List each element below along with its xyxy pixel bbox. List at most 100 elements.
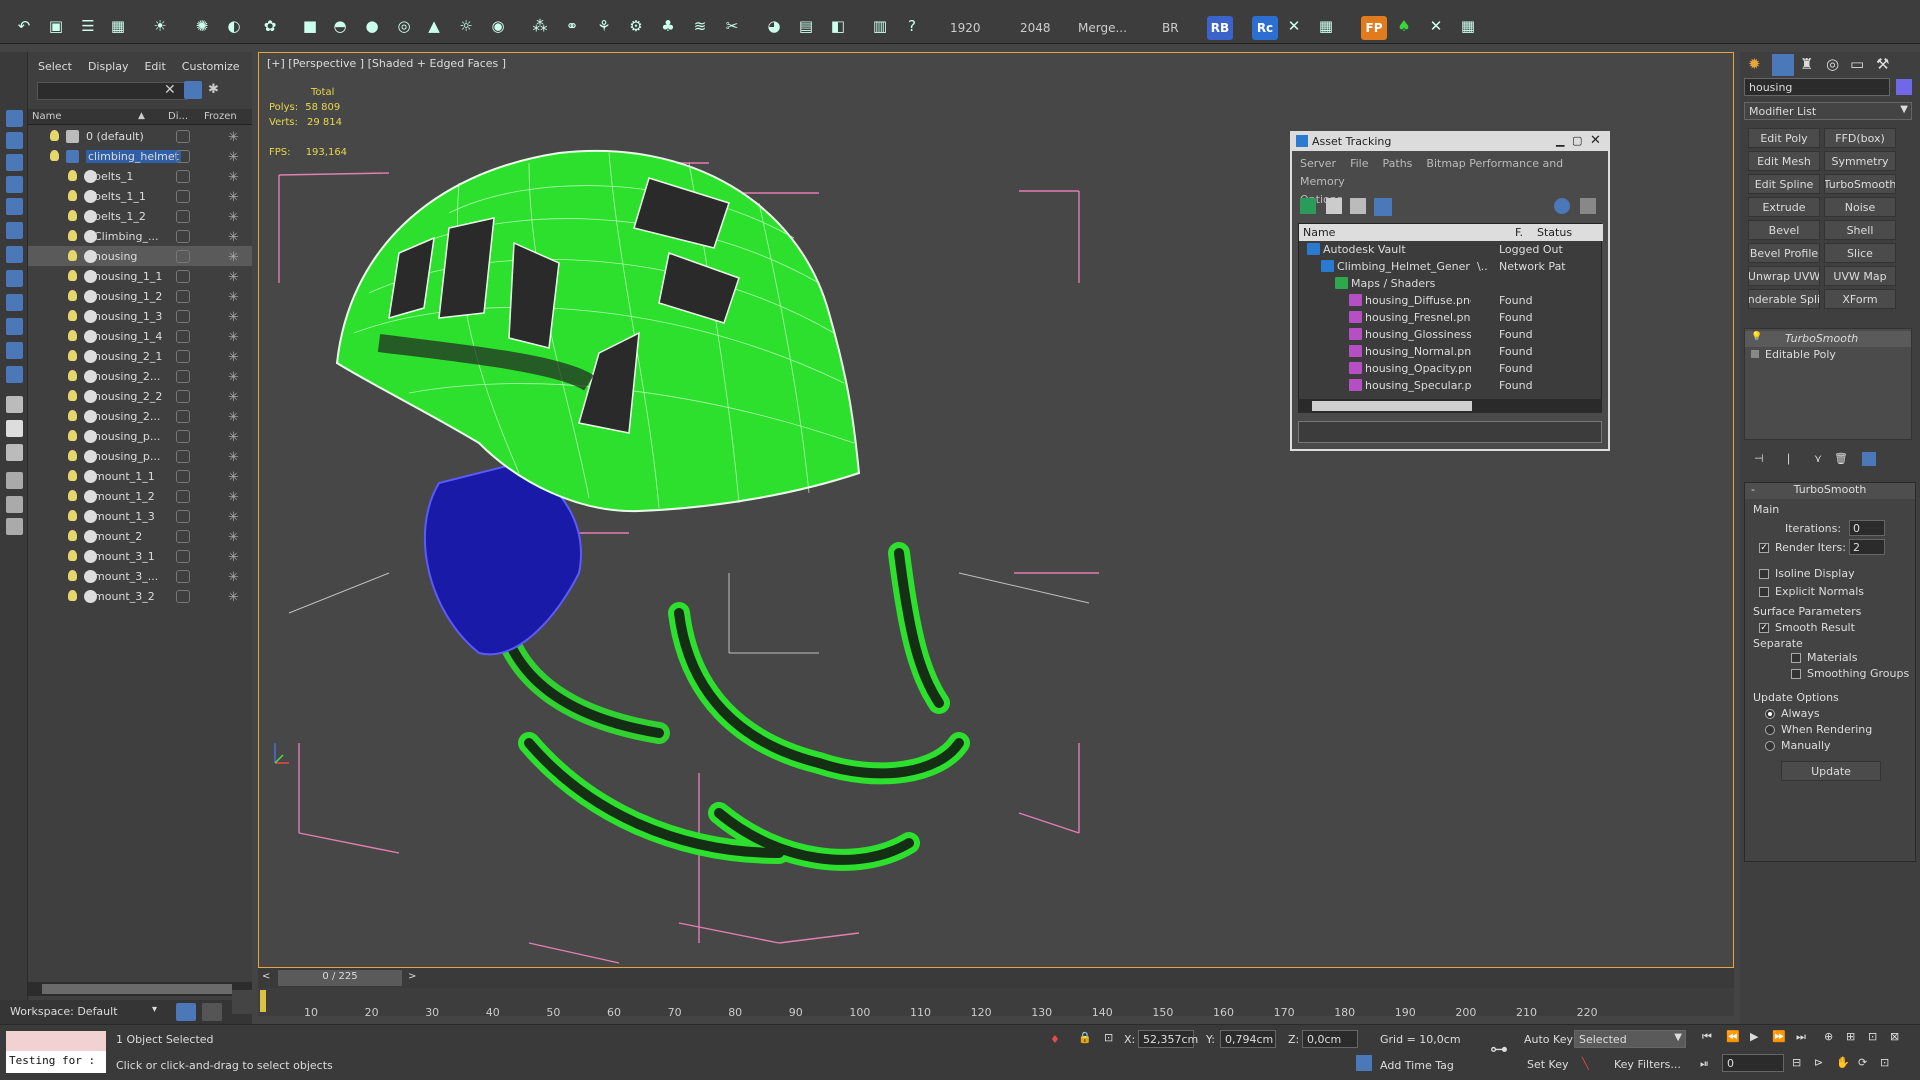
wrench-icon[interactable]: ✕ [1424,14,1448,38]
freeze-toggle-icon[interactable]: ✳ [228,430,239,445]
freeze-toggle-icon[interactable]: ✳ [228,330,239,345]
merge-button[interactable]: Merge... [1078,21,1127,35]
light-bulb-icon[interactable] [68,590,77,601]
particles-icon[interactable]: ⁂ [528,14,552,38]
display-toggle-icon[interactable] [176,170,190,183]
orbit-icon[interactable]: ⟳ [1858,1056,1867,1069]
asset-row[interactable]: housing_Glossiness.png Found [1299,326,1603,343]
freeze-toggle-icon[interactable]: ✳ [228,310,239,325]
light-bulb-icon[interactable] [68,370,77,381]
modifier-button[interactable]: enderable Splin [1748,289,1820,309]
key-icon[interactable]: ╲ [1582,1057,1589,1070]
sort-icon[interactable] [6,396,23,413]
hierarchy-explorer-icon[interactable] [202,1003,222,1021]
render-height-label[interactable]: 2048 [1020,21,1051,35]
filter-toggle-icon[interactable] [184,81,202,99]
light-bulb-icon[interactable] [50,150,59,161]
snap-icon[interactable]: ✺ [190,14,214,38]
smoothing-groups-checkbox[interactable] [1791,669,1801,679]
light-bulb-icon[interactable] [50,130,59,141]
render-frame-icon[interactable]: ▤ [794,14,818,38]
scene-item[interactable]: housing_p... ✳ [28,426,252,446]
table-icon[interactable]: ▦ [106,14,130,38]
go-to-start-icon[interactable]: ⏮ [1702,1030,1712,1044]
teapot-icon[interactable]: ✿ [258,14,282,38]
isolate-icon[interactable]: ♦ [1050,1033,1060,1046]
minimize-icon[interactable]: ▁ [1556,134,1564,147]
scene-item[interactable]: climbing_helmet ✳ [28,146,252,166]
asset-row[interactable]: housing_Fresnel.png Found [1299,309,1603,326]
column-display[interactable]: Di... [168,111,188,122]
mini-curve-editor-icon[interactable] [232,990,256,1014]
modifier-button[interactable]: Extrude [1748,197,1820,217]
rb-badge-button[interactable]: RB [1207,16,1233,40]
display-cameras-icon[interactable] [6,198,23,215]
render-setup-icon[interactable]: ▣ [44,14,68,38]
display-toggle-icon[interactable] [176,130,190,143]
menu-edit[interactable]: Edit [144,60,165,78]
light-bulb-icon[interactable] [68,190,77,201]
scene-item[interactable]: housing ✳ [28,246,252,266]
menu-server[interactable]: Server [1300,157,1336,170]
plant-icon[interactable]: ♣ [656,14,680,38]
tree-icon[interactable]: ♠ [1392,14,1416,38]
close-icon[interactable]: ✕ [1590,133,1601,148]
select-objects-icon[interactable] [6,110,23,127]
display-toggle-icon[interactable] [176,270,190,283]
display-helpers-icon[interactable] [6,222,23,239]
when-rendering-radio[interactable] [1765,725,1775,735]
modifier-button[interactable]: Edit Mesh [1748,151,1820,171]
light-bulb-icon[interactable] [68,210,77,221]
scene-item[interactable]: belts_1_1 ✳ [28,186,252,206]
display-toggle-icon[interactable] [176,370,190,383]
light-bulb-icon[interactable]: 💡 [1751,332,1762,342]
modifier-button[interactable]: FFD(box) [1824,128,1896,148]
isoline-display-checkbox[interactable] [1759,569,1769,579]
show-end-result-icon[interactable]: ❘ [1784,452,1793,465]
manually-radio[interactable] [1765,741,1775,751]
light-bulb-icon[interactable] [68,310,77,321]
light-bulb-icon[interactable] [68,290,77,301]
vault-help-icon[interactable] [1554,198,1570,214]
x-coordinate-field[interactable]: 52,357cm [1138,1030,1198,1048]
light-bulb-icon[interactable] [68,230,77,241]
scene-item[interactable]: housing_1_3 ✳ [28,306,252,326]
asset-row[interactable]: Maps / Shaders [1299,275,1603,292]
hierarchy-icon[interactable] [6,496,23,513]
lock-icon[interactable]: 🔒 [1078,1031,1092,1044]
menu-paths[interactable]: Paths [1383,157,1413,170]
update-button[interactable]: Update [1781,761,1881,781]
modifier-button[interactable]: Symmetry [1824,151,1896,171]
rollout-header[interactable]: - TurboSmooth [1745,483,1915,499]
display-toggle-icon[interactable] [176,570,190,583]
hemisphere-icon[interactable]: ◓ [328,14,352,38]
scene-hscrollbar[interactable] [28,982,252,996]
box-primitive-icon[interactable]: ■ [298,14,322,38]
column-name[interactable]: Name [32,111,62,122]
scene-item[interactable]: belts_1_2 ✳ [28,206,252,226]
object-name-field[interactable]: housing [1744,78,1890,96]
stack-item-editable-poly[interactable]: Editable Poly [1745,347,1911,363]
modifier-button[interactable]: UVW Map [1824,266,1896,286]
display-toggle-icon[interactable] [176,150,190,163]
spreadsheet-icon[interactable]: ▦ [1456,14,1480,38]
display-toggle-icon[interactable] [176,470,190,483]
scene-item[interactable]: housing_2_1 ✳ [28,346,252,366]
layer-icon[interactable] [6,444,23,461]
light-bulb-icon[interactable] [68,510,77,521]
tools-icon[interactable]: ✕ [1282,14,1306,38]
scene-item[interactable]: housing_2_2 ✳ [28,386,252,406]
collapse-icon[interactable] [6,518,23,535]
asset-row[interactable]: housing_Diffuse.png Found [1299,292,1603,309]
display-spacewarps-icon[interactable] [6,246,23,263]
light-icon[interactable]: ☀ [148,14,172,38]
column-frozen[interactable]: Frozen [204,111,237,122]
fp-badge-button[interactable]: FP [1361,16,1387,40]
create-tab-icon[interactable]: ✹ [1748,55,1761,73]
display-toggle-icon[interactable] [176,390,190,403]
asset-row[interactable]: Autodesk Vault Logged Out [1299,241,1603,258]
zoom-all-icon[interactable]: ⊞ [1846,1030,1855,1043]
light-bulb-icon[interactable] [68,450,77,461]
asset-row[interactable]: housing_Normal.png Found [1299,343,1603,360]
layer-explorer-icon[interactable] [176,1003,196,1021]
